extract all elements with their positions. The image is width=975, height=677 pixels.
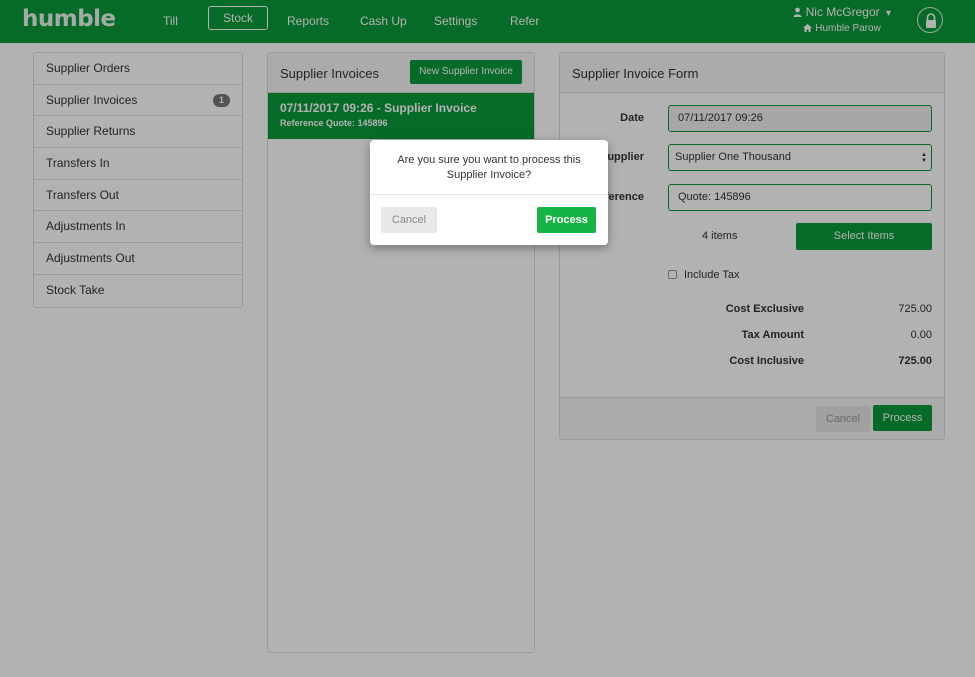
dialog-message: Are you sure you want to process this Su… — [397, 154, 581, 181]
dialog-process-button[interactable]: Process — [537, 207, 596, 233]
dialog-cancel-button[interactable]: Cancel — [381, 207, 437, 233]
modal-backdrop[interactable] — [0, 0, 975, 677]
confirm-dialog: Are you sure you want to process this Su… — [370, 140, 608, 245]
dialog-divider — [370, 194, 608, 195]
